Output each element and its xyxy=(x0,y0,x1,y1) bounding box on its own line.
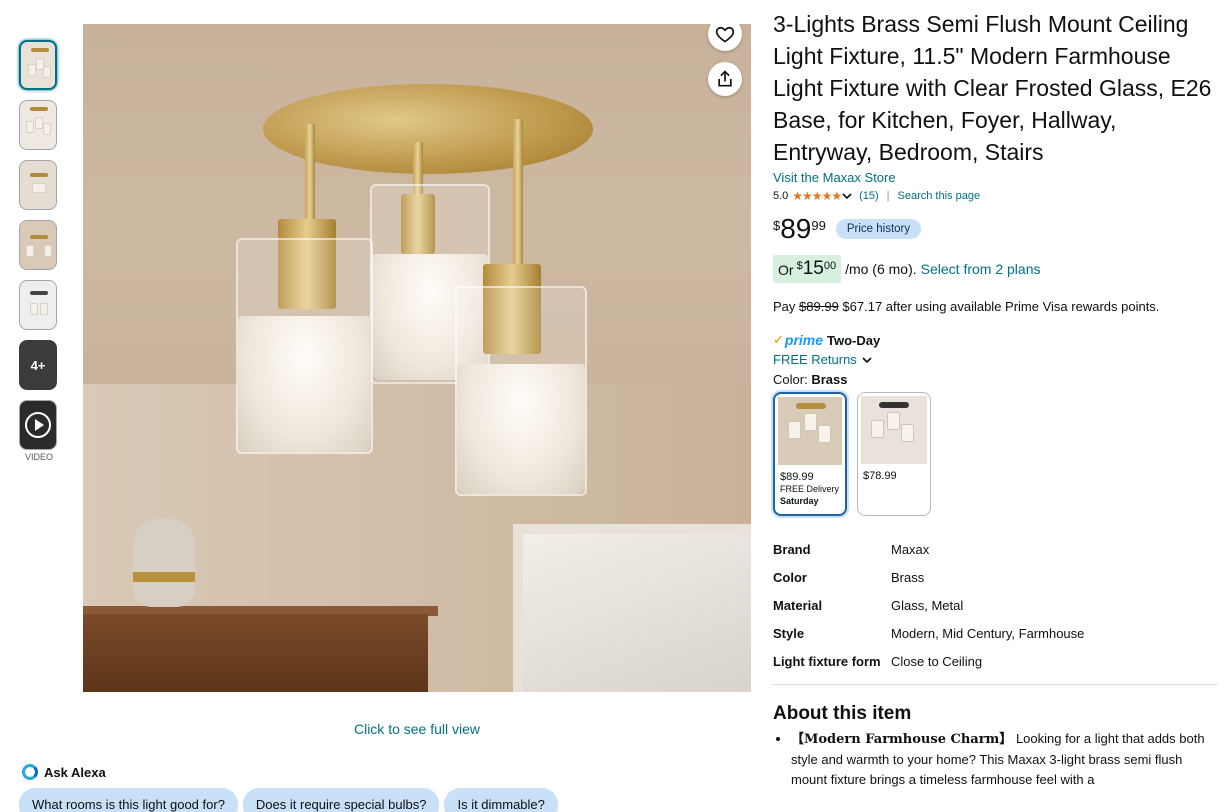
product-details: 3-Lights Brass Semi Flush Mount Ceiling … xyxy=(773,8,1218,790)
favorite-button[interactable] xyxy=(708,24,742,51)
thumbnail-2[interactable] xyxy=(19,100,57,150)
thumbnail-video[interactable] xyxy=(19,400,57,450)
rating-value: 5.0 xyxy=(773,190,789,202)
alexa-icon xyxy=(22,764,38,780)
video-label: VIDEO xyxy=(24,452,53,462)
product-title: 3-Lights Brass Semi Flush Mount Ceiling … xyxy=(773,11,1212,165)
divider xyxy=(773,684,1218,685)
thumbnail-more[interactable]: 4+ xyxy=(19,340,57,390)
swatch-price: $78.99 xyxy=(863,470,897,482)
chevron-down-icon xyxy=(862,356,872,363)
prime-delivery: ✓ prime Two-Day xyxy=(773,332,881,348)
rating-count-link[interactable]: (15) xyxy=(859,190,879,202)
thumbnail-4[interactable] xyxy=(19,220,57,270)
rating-row: 5.0 ★★★★★ (15) | Search this page xyxy=(773,189,981,203)
store-link[interactable]: Visit the Maxax Store xyxy=(773,170,1218,185)
price: $ 89 99 xyxy=(773,213,826,244)
search-page-link[interactable]: Search this page xyxy=(898,190,981,202)
share-icon xyxy=(718,70,732,87)
chevron-down-icon[interactable] xyxy=(841,190,853,202)
heart-icon xyxy=(715,26,735,43)
about-bullet: 【Modern Farmhouse Charm】 Looking for a l… xyxy=(791,729,1218,790)
alexa-question-chip[interactable]: Is it dimmable? xyxy=(444,788,558,812)
spec-row: Light fixture form Close to Ceiling xyxy=(773,654,983,669)
about-title: About this item xyxy=(773,703,912,724)
star-rating-icon[interactable]: ★★★★★ xyxy=(792,189,842,203)
thumbnail-3[interactable] xyxy=(19,160,57,210)
price-row: $ 89 99 Price history xyxy=(773,215,1218,243)
alexa-questions: What rooms is this light good for? Does … xyxy=(19,788,558,812)
free-returns-link[interactable]: FREE Returns xyxy=(773,352,1218,367)
prime-visa-rewards: Pay $89.99 $67.17 after using available … xyxy=(773,299,1160,314)
prime-logo: prime xyxy=(784,332,824,348)
color-label: Color: Brass xyxy=(773,372,848,387)
color-swatches: $89.99 FREE Delivery Saturday $78.99 xyxy=(773,392,1218,516)
price-history-button[interactable]: Price history xyxy=(835,219,922,239)
share-button[interactable] xyxy=(708,62,742,96)
swatch-brass[interactable]: $89.99 FREE Delivery Saturday xyxy=(773,392,847,516)
spec-row: Material Glass, Metal xyxy=(773,598,964,613)
vase xyxy=(133,519,195,607)
alexa-question-chip[interactable]: Does it require special bulbs? xyxy=(242,788,440,812)
swatch-price: $89.99 xyxy=(780,471,814,483)
thumbnail-5[interactable] xyxy=(19,280,57,330)
spec-row: Style Modern, Mid Century, Farmhouse xyxy=(773,626,1085,641)
thumbnail-1[interactable] xyxy=(19,40,57,90)
spec-row: Brand Maxax xyxy=(773,542,930,557)
swatch-black[interactable]: $78.99 xyxy=(857,392,931,516)
thumbnail-strip: 4+ VIDEO xyxy=(19,40,59,462)
select-plan-link[interactable]: Select from 2 plans xyxy=(921,261,1041,277)
installment-plan: Or $ 15 00 /mo (6 mo). Select from 2 pla… xyxy=(773,255,1218,283)
full-view-link[interactable]: Click to see full view xyxy=(83,721,751,737)
alexa-question-chip[interactable]: What rooms is this light good for? xyxy=(19,788,238,812)
main-product-image[interactable] xyxy=(83,24,751,692)
about-list: 【Modern Farmhouse Charm】 Looking for a l… xyxy=(773,729,1218,790)
spec-row: Color Brass xyxy=(773,570,925,585)
play-icon xyxy=(25,412,51,438)
product-specs: Brand Maxax Color Brass Material Glass, … xyxy=(773,540,1218,672)
ask-alexa: Ask Alexa xyxy=(22,764,106,780)
ask-alexa-title: Ask Alexa xyxy=(44,764,106,780)
prime-check-icon: ✓ xyxy=(773,332,784,347)
